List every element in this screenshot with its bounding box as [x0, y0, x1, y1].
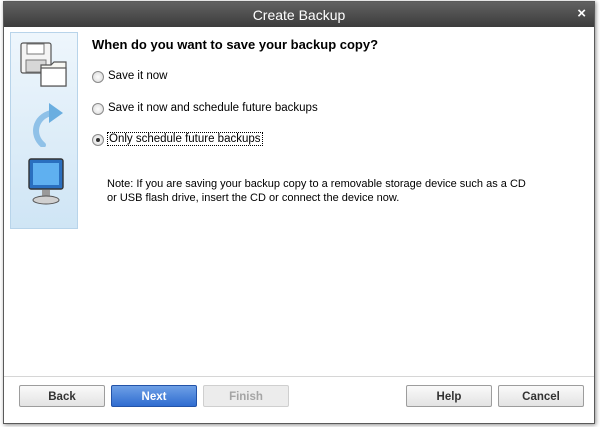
close-icon[interactable]: ×: [577, 5, 586, 22]
next-button[interactable]: Next: [111, 385, 197, 407]
option-label-only-schedule: Only schedule future backups: [107, 132, 263, 146]
option-label-save-now-and-schedule: Save it now and schedule future backups: [108, 102, 318, 114]
radio-save-now-and-schedule[interactable]: [92, 103, 104, 115]
page-heading: When do you want to save your backup cop…: [92, 37, 379, 52]
radio-only-schedule[interactable]: [92, 134, 104, 146]
cancel-button[interactable]: Cancel: [498, 385, 584, 407]
removable-device-note: Note: If you are saving your backup copy…: [107, 178, 526, 204]
button-bar: Back Next Finish Help Cancel: [4, 376, 594, 423]
radio-save-now[interactable]: [92, 71, 104, 83]
finish-button: Finish: [203, 385, 289, 407]
monitor-icon: [28, 158, 64, 205]
curved-arrow-icon: [33, 103, 63, 147]
floppy-folder-icon: [20, 42, 67, 87]
option-label-save-now: Save it now: [108, 70, 168, 82]
window-title: Create Backup: [252, 7, 346, 23]
back-button[interactable]: Back: [19, 385, 105, 407]
wizard-sidebar: [10, 32, 78, 229]
create-backup-window: Create Backup × When do you want to save…: [3, 1, 595, 424]
help-button[interactable]: Help: [406, 385, 492, 407]
title-bar[interactable]: Create Backup ×: [4, 2, 594, 27]
